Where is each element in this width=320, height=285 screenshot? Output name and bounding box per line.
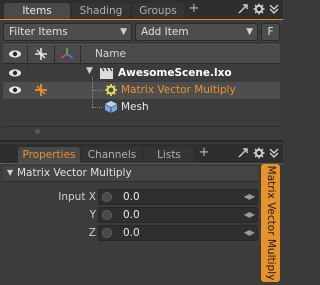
stepper-arrows-icon[interactable]: ◀▶ — [244, 210, 255, 219]
chevron-down-icon: ▼ — [246, 27, 253, 37]
y-field[interactable]: 0.0 ◀▶ — [98, 207, 258, 223]
visibility-column-eye-icon[interactable] — [8, 47, 22, 61]
add-item-label: Add Item — [141, 26, 189, 38]
input-x-label: Input X — [58, 191, 96, 203]
tab-shading-label: Shading — [79, 5, 123, 17]
column-divider — [54, 45, 55, 65]
expand-triangle-icon[interactable]: ▼ — [86, 66, 93, 76]
tabbar-underline — [0, 163, 283, 164]
property-row-z: Z 0.0 ◀▶ — [3, 225, 258, 242]
filter-items-label: Filter Items — [9, 26, 68, 38]
stepper-arrows-icon[interactable]: ◀▶ — [244, 192, 255, 201]
horizontal-scrollbar[interactable] — [3, 124, 280, 138]
properties-panel: Properties Channels Lists + ▼ Matrix Vec… — [0, 144, 283, 285]
tab-channels[interactable]: Channels — [82, 147, 142, 164]
tab-shading[interactable]: Shading — [72, 3, 130, 20]
mesh-cube-icon — [104, 100, 119, 117]
tab-lists[interactable]: Lists — [144, 147, 194, 164]
visibility-eye-icon[interactable] — [8, 66, 22, 80]
add-tab-button[interactable]: + — [188, 2, 200, 15]
items-tabbar: Items Shading Groups + — [0, 0, 283, 20]
collapse-triangle-icon[interactable]: ▼ — [7, 168, 13, 177]
tab-items[interactable]: Items — [4, 3, 70, 20]
tree-row-matrix-vector-multiply[interactable]: Matrix Vector Multiply — [3, 77, 280, 100]
column-divider — [27, 45, 28, 65]
lock-column-icon[interactable] — [34, 47, 48, 61]
property-row-input-x: Input X 0.0 ◀▶ — [3, 189, 258, 206]
visibility-eye-icon[interactable] — [8, 83, 22, 97]
scrollbar-track[interactable] — [3, 126, 280, 136]
gear-icon[interactable] — [253, 147, 265, 159]
clapperboard-icon — [99, 66, 114, 83]
add-tab-button[interactable]: + — [198, 146, 210, 159]
column-divider — [80, 45, 81, 65]
tree-connector — [92, 90, 93, 107]
scrollbar-grip[interactable] — [35, 129, 40, 134]
properties-tabbar: Properties Channels Lists + — [0, 144, 283, 164]
tab-lists-label: Lists — [157, 149, 181, 161]
gear-icon[interactable] — [253, 3, 265, 15]
scene-name: AwesomeScene.lxo — [118, 67, 232, 79]
tab-properties-label: Properties — [22, 149, 76, 161]
tab-channels-label: Channels — [87, 149, 137, 161]
orange-lock-icon[interactable] — [34, 83, 48, 97]
mesh-name: Mesh — [121, 101, 149, 113]
z-field[interactable]: 0.0 ◀▶ — [98, 225, 258, 241]
chevron-down-icon: ▼ — [120, 27, 127, 37]
animation-key-icon[interactable] — [102, 228, 112, 238]
matrix-vector-multiply-name: Matrix Vector Multiply — [121, 84, 236, 96]
input-x-value: 0.0 — [123, 191, 140, 203]
tab-groups-label: Groups — [139, 5, 177, 17]
input-x-field[interactable]: 0.0 ◀▶ — [98, 189, 258, 205]
property-row-y: Y 0.0 ◀▶ — [3, 207, 258, 224]
z-value: 0.0 — [123, 227, 140, 239]
y-value: 0.0 — [123, 209, 140, 221]
filter-items-dropdown[interactable]: Filter Items ▼ — [3, 23, 132, 41]
f-button[interactable]: F — [261, 23, 280, 41]
tree-connector — [92, 107, 102, 108]
panel-menu-icon[interactable] — [268, 3, 280, 15]
items-panel: Items Shading Groups + Filter Items ▼ Ad… — [0, 0, 283, 142]
section-header[interactable]: ▼ Matrix Vector Multiply — [3, 166, 258, 182]
name-column-header[interactable]: Name — [95, 48, 126, 60]
expand-icon[interactable] — [237, 147, 249, 159]
tree-connector — [92, 77, 93, 90]
channel-modifier-gear-icon — [104, 83, 119, 100]
side-tab-label: Matrix Vector Multiply — [264, 165, 277, 281]
tree-row-mesh[interactable]: Mesh — [3, 90, 280, 117]
tree-connector — [92, 90, 102, 91]
f-button-label: F — [267, 26, 274, 38]
axis-column-icon[interactable] — [60, 47, 74, 61]
animation-key-icon[interactable] — [102, 210, 112, 220]
add-item-dropdown[interactable]: Add Item ▼ — [135, 23, 258, 41]
tree-row-scene[interactable]: ▼ AwesomeScene.lxo — [3, 65, 280, 82]
expand-icon[interactable] — [237, 3, 249, 15]
y-label: Y — [89, 209, 96, 221]
panel-menu-icon[interactable] — [268, 147, 280, 159]
animation-key-icon[interactable] — [102, 192, 112, 202]
tabbar-underline — [0, 19, 283, 20]
side-tab-matrix-vector-multiply[interactable]: Matrix Vector Multiply — [261, 164, 280, 282]
stepper-arrows-icon[interactable]: ◀▶ — [244, 228, 255, 237]
tab-items-label: Items — [22, 5, 52, 17]
items-list-header: Name — [3, 44, 280, 65]
section-title: Matrix Vector Multiply — [17, 167, 132, 179]
tab-properties[interactable]: Properties — [18, 147, 80, 164]
tab-groups[interactable]: Groups — [132, 3, 184, 20]
z-label: Z — [88, 227, 96, 239]
